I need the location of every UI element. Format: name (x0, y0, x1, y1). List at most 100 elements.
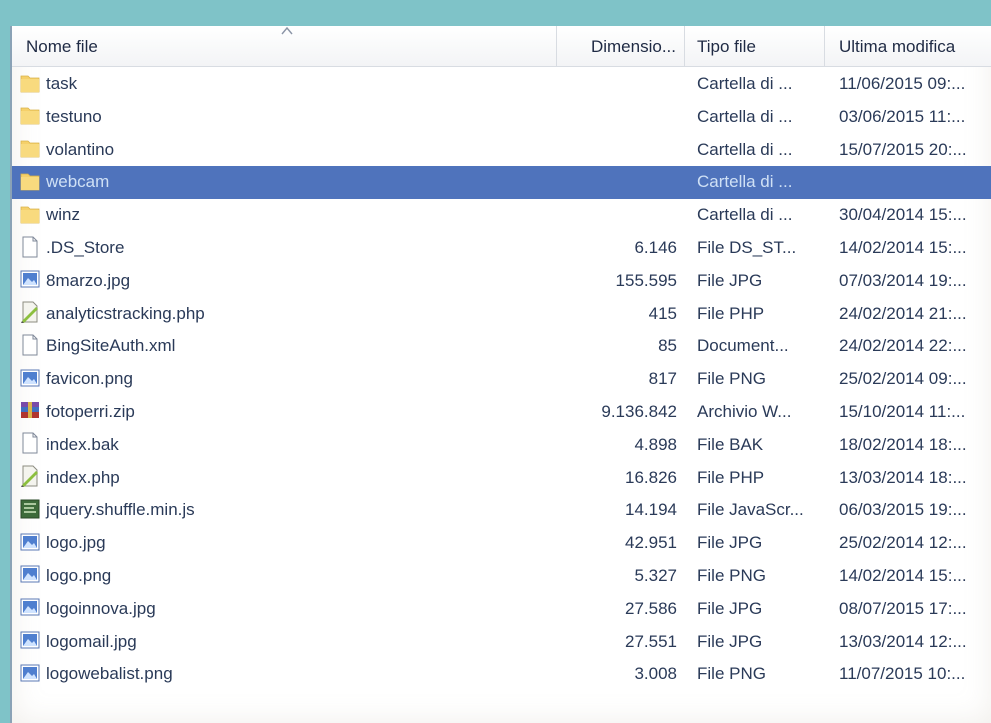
file-icon (20, 334, 40, 356)
file-list: task Cartella di ... 11/06/2015 09:... test… (12, 68, 991, 691)
file-name-cell: fotoperri.zip (20, 396, 550, 429)
file-row[interactable]: task Cartella di ... 11/06/2015 09:... (12, 68, 991, 101)
file-name: .DS_Store (46, 238, 125, 258)
file-row[interactable]: testuno Cartella di ... 03/06/2015 11:... (12, 101, 991, 134)
file-size: 3.008 (634, 664, 677, 684)
file-row[interactable]: volantino Cartella di ... 15/07/2015 20:..… (12, 134, 991, 167)
file-name: volantino (46, 139, 115, 159)
file-size (557, 199, 677, 232)
column-header-type[interactable]: Tipo file (685, 26, 825, 66)
file-name-cell: analyticstracking.php (20, 298, 550, 331)
file-name: logo.jpg (46, 533, 106, 553)
file-row[interactable]: favicon.png 817 File PNG 25/02/2014 09:... (12, 363, 991, 396)
file-row[interactable]: jquery.shuffle.min.js 14.194 File JavaScr.… (12, 494, 991, 527)
file-size: 14.194 (625, 500, 677, 520)
file-type: File BAK (697, 434, 764, 454)
file-row[interactable]: winz Cartella di ... 30/04/2014 15:... (12, 199, 991, 232)
file-size: 6.146 (634, 237, 677, 257)
file-size (557, 166, 677, 199)
file-size: 415 (648, 303, 677, 323)
file-size: 4.898 (634, 434, 677, 454)
file-name: analyticstracking.php (46, 303, 205, 323)
file-row[interactable]: logo.jpg 42.951 File JPG 25/02/2014 12:... (12, 527, 991, 560)
file-size (557, 68, 677, 101)
file-row[interactable]: logomail.jpg 27.551 File JPG 13/03/2014 12:… (12, 626, 991, 659)
php-icon (20, 465, 40, 488)
file-name: index.php (46, 467, 120, 487)
file-name-cell: BingSiteAuth.xml (20, 330, 550, 363)
file-name: fotoperri.zip (46, 402, 135, 422)
file-type: File PNG (697, 565, 766, 585)
archive-icon (20, 399, 40, 421)
file-list-pane: Nome file Dimensio... Tipo file Ultima m… (10, 26, 991, 723)
file-type: File PNG (697, 664, 766, 684)
file-modified-date: 25/02/2014 12:... (839, 533, 967, 553)
file-name: winz (46, 205, 81, 225)
image-icon (20, 662, 40, 684)
file-name: BingSiteAuth.xml (46, 336, 176, 356)
file-modified-date: 11/06/2015 09:... (839, 74, 966, 93)
column-header-date[interactable]: Ultima modifica (825, 26, 991, 66)
file-modified-date: 18/02/2014 18:... (839, 434, 967, 454)
folder-icon (20, 72, 40, 94)
file-name-cell: logo.png (20, 560, 550, 593)
image-icon (20, 563, 40, 585)
sort-ascending-icon (281, 26, 293, 35)
image-icon (20, 367, 40, 389)
file-modified-date: 15/10/2014 11:... (839, 401, 966, 421)
file-icon (20, 432, 40, 454)
column-header-size[interactable]: Dimensio... (557, 26, 685, 66)
file-type: File JPG (697, 598, 763, 618)
file-type: Cartella di ... (697, 172, 793, 192)
file-modified-date: 30/04/2014 15:... (839, 205, 967, 225)
script-icon (20, 498, 40, 520)
column-header-row: Nome file Dimensio... Tipo file Ultima m… (12, 26, 991, 67)
file-row[interactable]: 8marzo.jpg 155.595 File JPG 07/03/2014 19:.… (12, 265, 991, 298)
file-row[interactable]: .DS_Store 6.146 File DS_ST... 14/02/2014 15… (12, 232, 991, 265)
file-name-cell: testuno (20, 101, 550, 134)
file-name: jquery.shuffle.min.js (46, 500, 195, 520)
folder-icon (20, 137, 40, 159)
file-type: Archivio W... (697, 401, 792, 421)
file-type: File JPG (697, 631, 763, 651)
file-name: 8marzo.jpg (46, 270, 131, 290)
file-name-cell: logo.jpg (20, 527, 550, 560)
file-name-cell: task (20, 68, 550, 101)
file-row[interactable]: index.php 16.826 File PHP 13/03/2014 18:... (12, 462, 991, 495)
file-row[interactable]: fotoperri.zip 9.136.842 Archivio W... 15/10… (12, 396, 991, 429)
folder-icon (20, 203, 40, 225)
file-name: logomail.jpg (46, 631, 137, 651)
file-size (557, 101, 677, 134)
file-name-cell: index.bak (20, 429, 550, 462)
file-type: File JPG (697, 270, 763, 290)
file-row[interactable]: webcam Cartella di ... (12, 166, 991, 200)
file-name-cell: jquery.shuffle.min.js (20, 494, 550, 527)
file-row[interactable]: index.bak 4.898 File BAK 18/02/2014 18:... (12, 429, 991, 462)
file-modified-date (839, 166, 991, 199)
file-name-cell: logoinnova.jpg (20, 593, 550, 626)
file-row[interactable]: logoinnova.jpg 27.586 File JPG 08/07/2015 1… (12, 593, 991, 626)
image-icon (20, 629, 40, 651)
file-name: logoinnova.jpg (46, 598, 156, 618)
file-name: index.bak (46, 434, 119, 454)
folder-icon (20, 104, 40, 126)
php-icon (20, 301, 40, 324)
file-modified-date: 15/07/2015 20:... (839, 139, 967, 159)
image-icon (20, 531, 40, 553)
file-modified-date: 08/07/2015 17:... (839, 598, 967, 618)
file-modified-date: 11/07/2015 10:... (839, 664, 966, 684)
file-name-cell: logowebalist.png (20, 658, 550, 691)
image-icon (20, 596, 40, 618)
file-row[interactable]: BingSiteAuth.xml 85 Document... 24/02/2014 … (12, 330, 991, 363)
file-modified-date: 13/03/2014 18:... (839, 467, 967, 487)
file-row[interactable]: logo.png 5.327 File PNG 14/02/2014 15:... (12, 560, 991, 593)
file-type: Cartella di ... (697, 106, 793, 126)
file-row[interactable]: analyticstracking.php 415 File PHP 24/02/20… (12, 298, 991, 331)
file-name: task (46, 74, 78, 94)
file-name-cell: winz (20, 199, 550, 232)
file-modified-date: 25/02/2014 09:... (839, 369, 967, 389)
file-name: webcam (46, 172, 110, 192)
file-type: Document... (697, 336, 789, 356)
file-row[interactable]: logowebalist.png 3.008 File PNG 11/07/2015 … (12, 658, 991, 691)
file-type: File PNG (697, 369, 766, 389)
